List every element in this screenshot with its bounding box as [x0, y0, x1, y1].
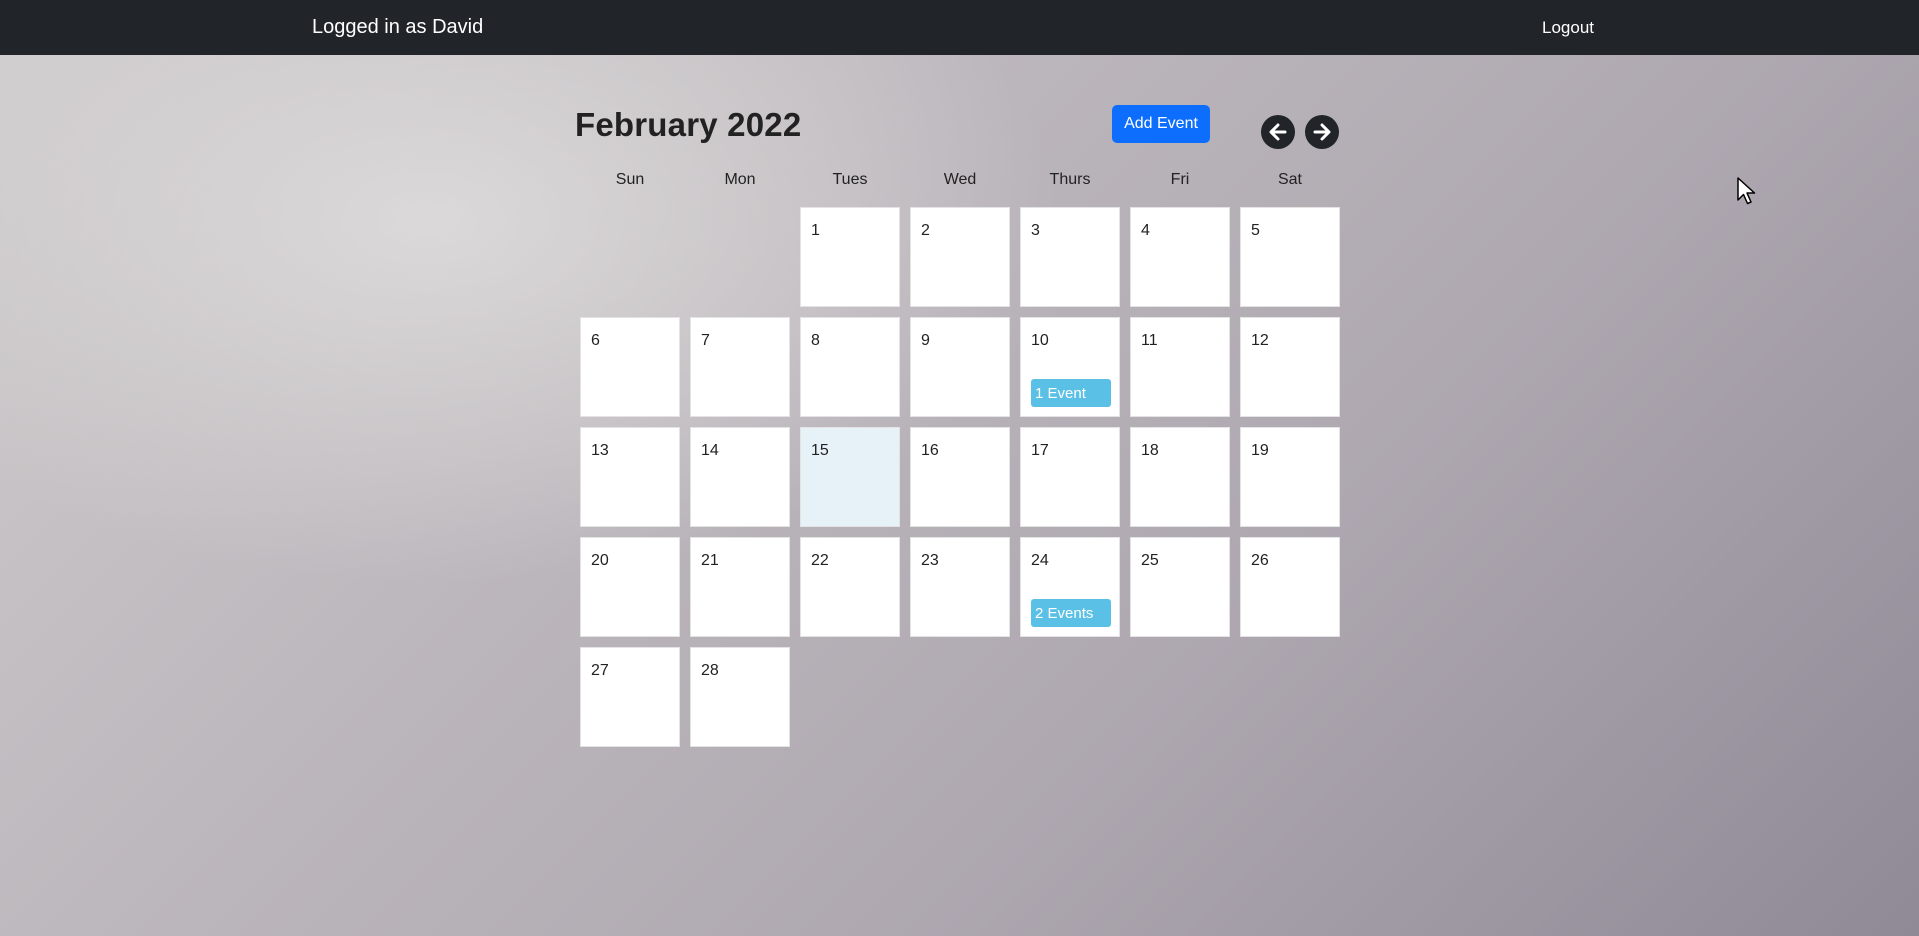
calendar-day-cell[interactable]: 10 1 Event — [1020, 317, 1120, 417]
event-count-badge[interactable]: 2 Events — [1031, 599, 1111, 627]
calendar-day-cell[interactable]: 18 — [1130, 427, 1230, 527]
arrow-right-circle-icon — [1313, 123, 1331, 141]
day-number: 26 — [1251, 552, 1269, 569]
day-number: 7 — [701, 332, 710, 349]
day-number: 24 — [1031, 552, 1049, 569]
calendar-day-cell[interactable]: 8 — [800, 317, 900, 417]
day-number: 19 — [1251, 442, 1269, 459]
calendar-day-cell[interactable]: 24 2 Events — [1020, 537, 1120, 637]
logged-in-user-text: Logged in as David — [312, 16, 484, 38]
add-event-button[interactable]: Add Event — [1112, 105, 1210, 143]
calendar-day-cell[interactable]: 26 — [1240, 537, 1340, 637]
calendar-day-cell[interactable]: 20 — [580, 537, 680, 637]
calendar-day-cell[interactable]: 12 — [1240, 317, 1340, 417]
calendar-day-cell[interactable]: 27 — [580, 647, 680, 747]
day-number: 9 — [921, 332, 930, 349]
weekday-header: Thurs — [1049, 171, 1091, 188]
day-number: 6 — [591, 332, 600, 349]
calendar-day-cell[interactable]: 6 — [580, 317, 680, 417]
arrow-left-circle-icon — [1269, 123, 1287, 141]
calendar-day-cell[interactable]: 28 — [690, 647, 790, 747]
day-number: 15 — [811, 442, 829, 459]
day-number: 8 — [811, 332, 820, 349]
day-number: 11 — [1141, 332, 1158, 349]
calendar-day-cell[interactable]: 22 — [800, 537, 900, 637]
weekday-header: Fri — [1170, 171, 1190, 188]
calendar-day-cell-today[interactable]: 15 — [800, 427, 900, 527]
day-number: 16 — [921, 442, 939, 459]
day-number: 4 — [1141, 222, 1150, 239]
day-number: 21 — [701, 552, 719, 569]
calendar-day-cell[interactable]: 2 — [910, 207, 1010, 307]
calendar-day-cell[interactable]: 25 — [1130, 537, 1230, 637]
calendar-day-cell[interactable]: 21 — [690, 537, 790, 637]
calendar-day-cell[interactable]: 1 — [800, 207, 900, 307]
weekday-header: Sun — [615, 171, 645, 188]
day-number: 13 — [591, 442, 609, 459]
calendar-day-cell[interactable]: 5 — [1240, 207, 1340, 307]
day-number: 3 — [1031, 222, 1040, 239]
weekday-header: Wed — [943, 171, 977, 188]
day-number: 12 — [1251, 332, 1269, 349]
weekday-header: Sat — [1277, 171, 1302, 188]
day-number: 28 — [701, 662, 719, 679]
previous-month-button[interactable] — [1261, 115, 1295, 149]
calendar-day-cell[interactable]: 7 — [690, 317, 790, 417]
day-number: 22 — [811, 552, 829, 569]
calendar-day-cell[interactable]: 17 — [1020, 427, 1120, 527]
day-number: 17 — [1031, 442, 1049, 459]
day-number: 1 — [811, 222, 820, 239]
calendar-day-cell[interactable]: 11 — [1130, 317, 1230, 417]
calendar-day-cell[interactable]: 16 — [910, 427, 1010, 527]
day-number: 23 — [921, 552, 939, 569]
weekday-header: Mon — [724, 171, 756, 188]
calendar-day-cell[interactable]: 9 — [910, 317, 1010, 417]
weekday-header: Tues — [832, 171, 868, 188]
calendar-day-cell[interactable]: 14 — [690, 427, 790, 527]
calendar-day-cell[interactable]: 13 — [580, 427, 680, 527]
day-number: 10 — [1031, 332, 1049, 349]
calendar-day-cell[interactable]: 19 — [1240, 427, 1340, 527]
day-number: 14 — [701, 442, 719, 459]
day-number: 20 — [591, 552, 609, 569]
calendar-day-cell[interactable]: 23 — [910, 537, 1010, 637]
calendar-day-cell[interactable]: 4 — [1130, 207, 1230, 307]
calendar-day-cell[interactable]: 3 — [1020, 207, 1120, 307]
day-number: 25 — [1141, 552, 1159, 569]
mouse-cursor-icon — [1737, 177, 1756, 205]
day-number: 5 — [1251, 222, 1260, 239]
day-number: 18 — [1141, 442, 1159, 459]
month-title: February 2022 — [575, 106, 802, 143]
logout-link[interactable]: Logout — [1542, 18, 1594, 38]
day-number: 27 — [591, 662, 609, 679]
event-count-badge[interactable]: 1 Event — [1031, 379, 1111, 407]
day-number: 2 — [921, 222, 930, 239]
next-month-button[interactable] — [1305, 115, 1339, 149]
top-navbar: Logged in as David Logout — [0, 0, 1919, 55]
